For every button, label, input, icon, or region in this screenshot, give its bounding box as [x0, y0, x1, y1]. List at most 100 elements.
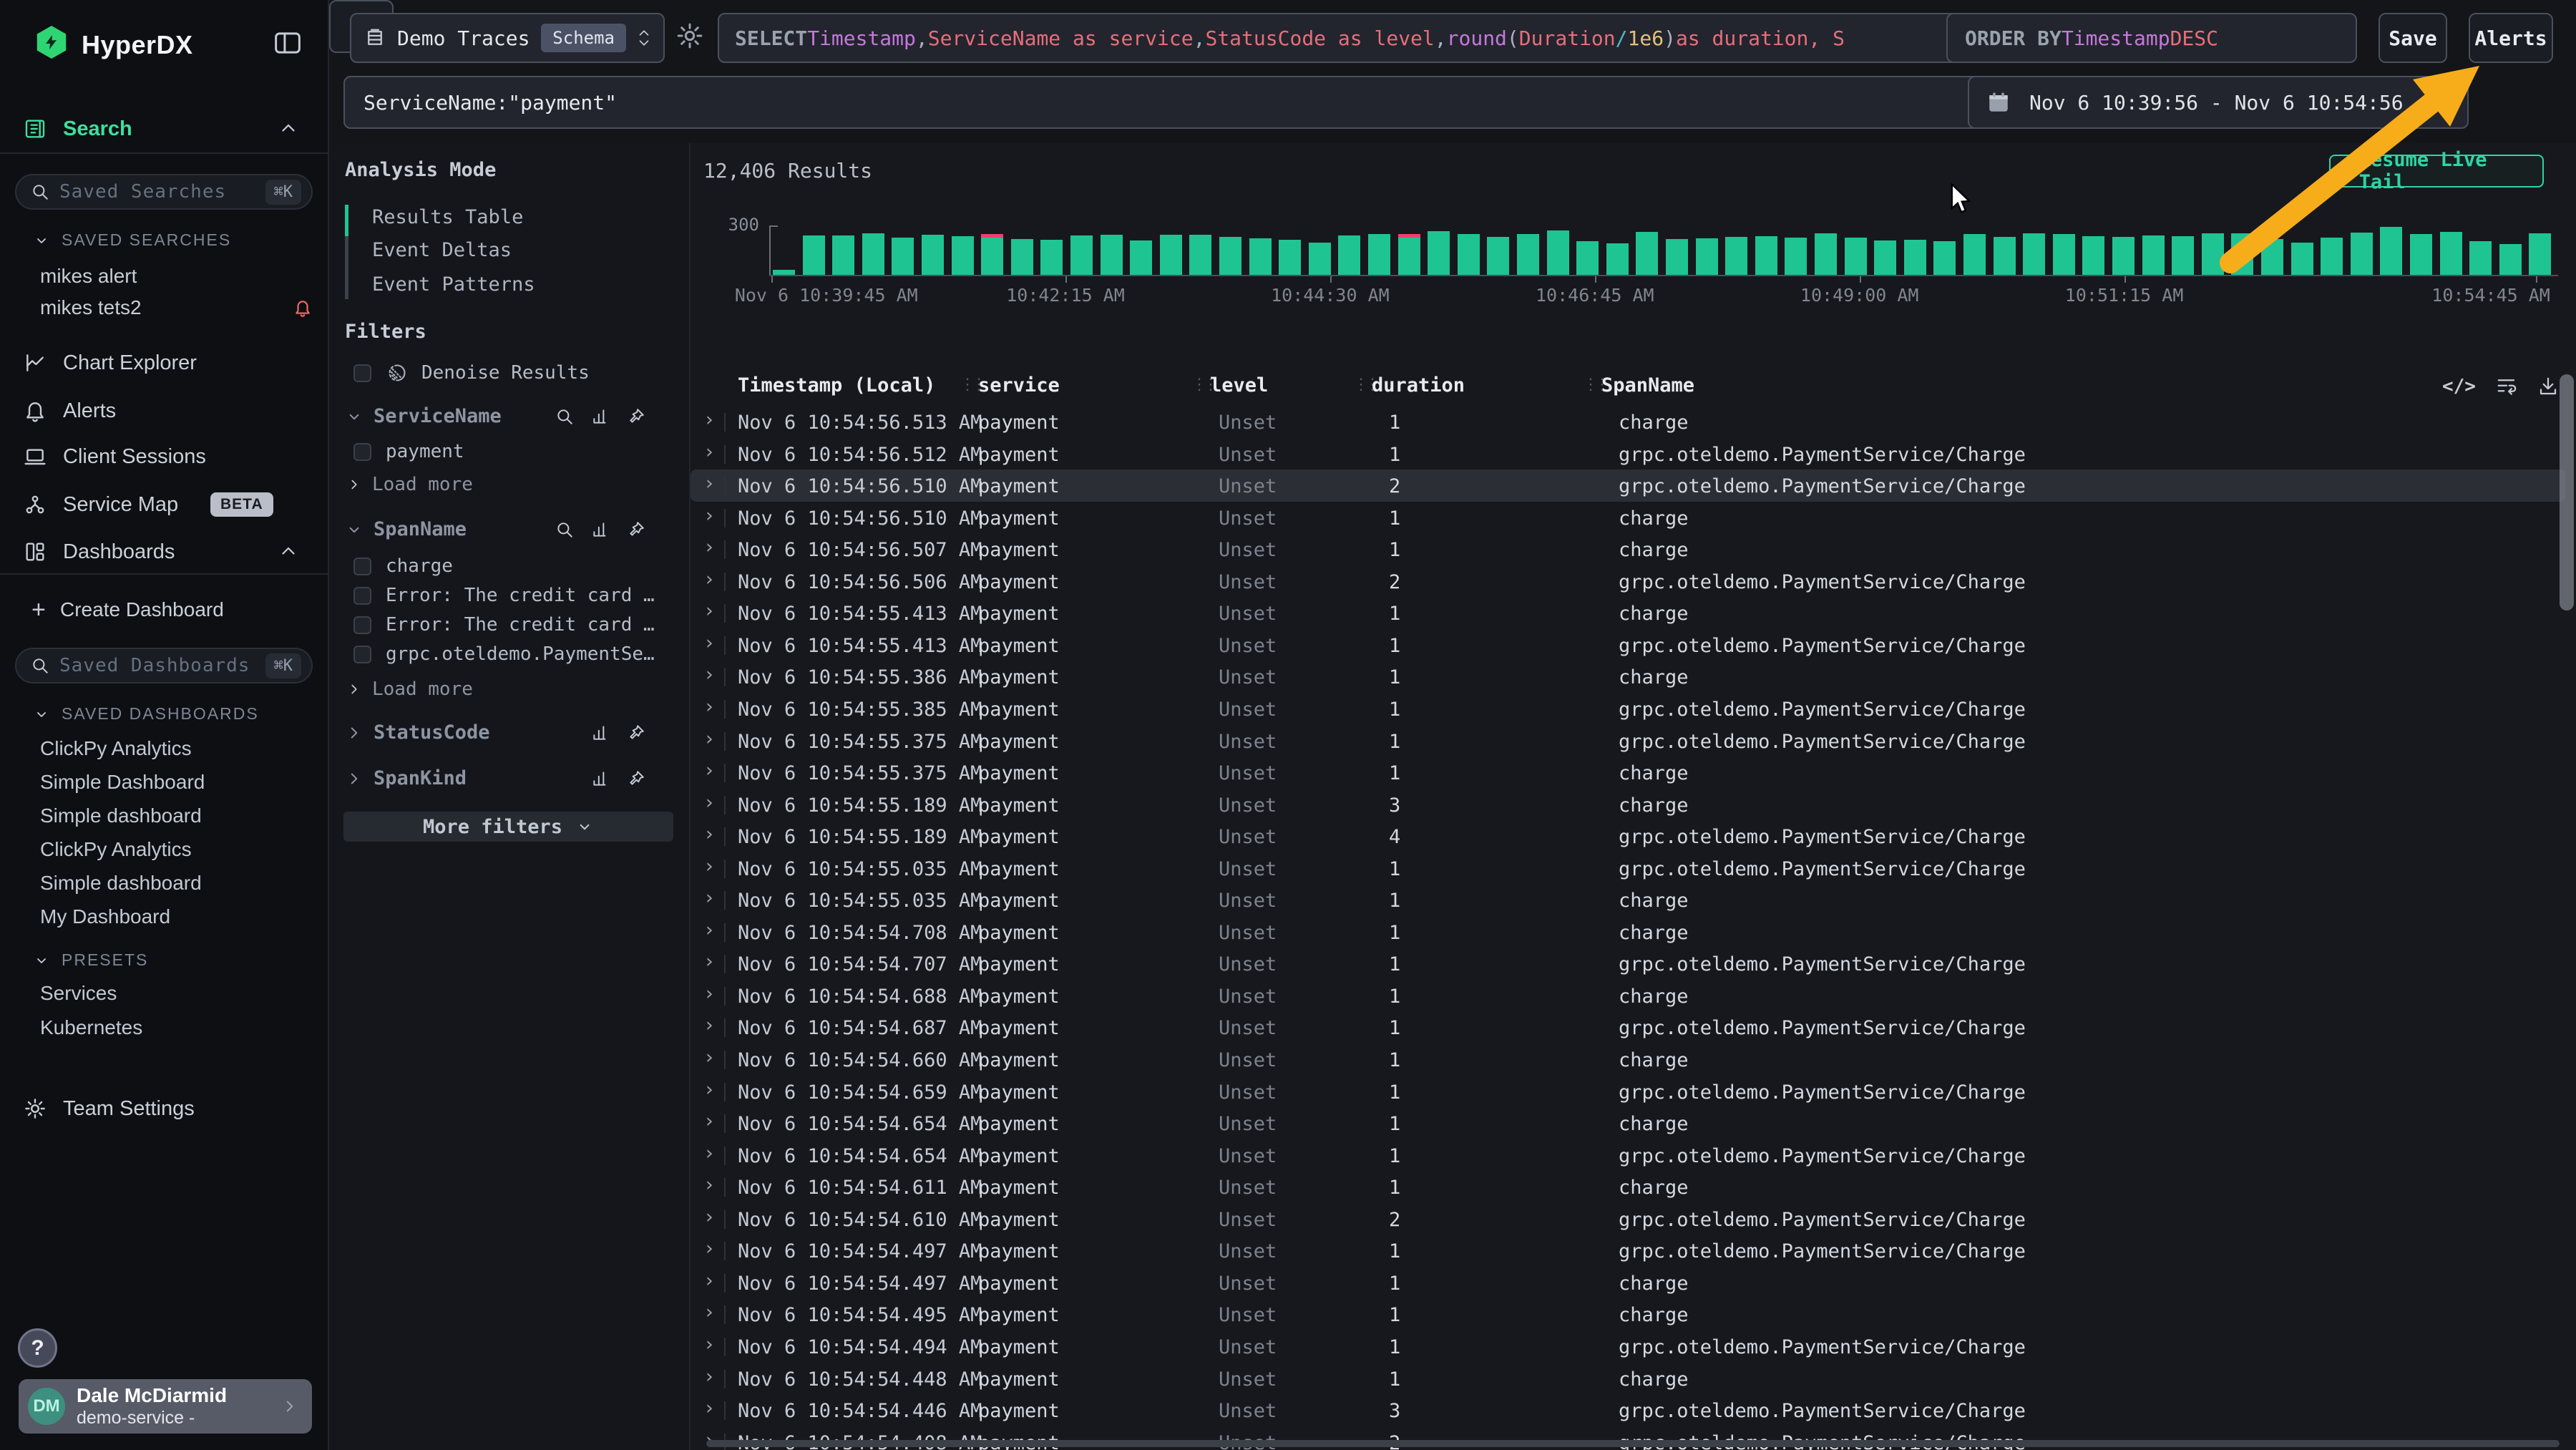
checkbox[interactable]	[353, 443, 371, 461]
row-expand-icon[interactable]: ›	[703, 823, 715, 845]
histogram-bar[interactable]	[2529, 233, 2551, 275]
table-row[interactable]: ›Nov 6 10:54:55.375 AMpaymentUnset1charg…	[691, 756, 2565, 789]
histogram-bar[interactable]	[981, 234, 1003, 275]
row-expand-icon[interactable]: ›	[703, 1206, 715, 1228]
sidebar-item-preset[interactable]: Kubernetes	[40, 1016, 142, 1039]
sidebar-item-preset[interactable]: Services	[40, 982, 117, 1005]
row-expand-icon[interactable]: ›	[703, 632, 715, 654]
table-row[interactable]: ›Nov 6 10:54:54.494 AMpaymentUnset1grpc.…	[691, 1330, 2565, 1363]
user-menu[interactable]: DM Dale McDiarmid demo-service -	[19, 1379, 312, 1434]
histogram-bar[interactable]	[1398, 234, 1420, 275]
table-row[interactable]: ›Nov 6 10:54:56.510 AMpaymentUnset2grpc.…	[691, 469, 2565, 502]
bar-chart-icon[interactable]	[591, 520, 610, 539]
sidebar-item-client-sessions[interactable]: Client Sessions	[0, 437, 328, 477]
histogram-bar[interactable]	[1338, 235, 1360, 275]
help-button[interactable]: ?	[18, 1328, 57, 1368]
search-icon[interactable]	[555, 407, 574, 426]
table-row[interactable]: ›Nov 6 10:54:54.610 AMpaymentUnset2grpc.…	[691, 1203, 2565, 1235]
table-row[interactable]: ›Nov 6 10:54:54.497 AMpaymentUnset1charg…	[691, 1267, 2565, 1299]
download-icon[interactable]	[2537, 376, 2559, 397]
filter-section-servicename[interactable]: ServiceName	[345, 405, 674, 427]
chevron-up-icon[interactable]	[278, 541, 299, 563]
histogram-bar[interactable]	[1666, 239, 1688, 275]
histogram-bar[interactable]	[1576, 241, 1599, 275]
saved-searches-section-toggle[interactable]: SAVED SEARCHES	[33, 230, 231, 250]
row-expand-icon[interactable]: ›	[703, 1014, 715, 1036]
saved-dashboards-search-input[interactable]: Saved Dashboards ⌘K	[15, 648, 313, 683]
results-histogram[interactable]: 300 Nov 6 10:39:45 AM10:42:15 AM10:44:30…	[691, 143, 2576, 308]
checkbox[interactable]	[353, 646, 371, 663]
row-expand-icon[interactable]: ›	[703, 1237, 715, 1260]
hyperdx-logo-icon[interactable]	[36, 26, 67, 59]
filter-section-spankind[interactable]: SpanKind	[345, 767, 674, 789]
col-spanname[interactable]: SpanName	[1601, 374, 1694, 396]
sidebar-item-team-settings[interactable]: Team Settings	[0, 1089, 328, 1129]
sidebar-item-dashboard[interactable]: Simple dashboard	[40, 804, 202, 827]
table-row[interactable]: ›Nov 6 10:54:56.512 AMpaymentUnset1grpc.…	[691, 438, 2565, 470]
histogram-bar[interactable]	[2321, 238, 2343, 275]
row-expand-icon[interactable]: ›	[703, 855, 715, 877]
row-expand-icon[interactable]: ›	[703, 472, 715, 495]
histogram-bar[interactable]	[2112, 237, 2135, 275]
pin-icon[interactable]	[627, 520, 645, 539]
table-row[interactable]: ›Nov 6 10:54:55.375 AMpaymentUnset1grpc.…	[691, 725, 2565, 757]
bar-chart-icon[interactable]	[591, 407, 610, 426]
histogram-bar[interactable]	[2380, 227, 2402, 275]
histogram-bar[interactable]	[1904, 240, 1926, 275]
histogram-bar[interactable]	[922, 235, 944, 275]
histogram-bar[interactable]	[1487, 237, 1509, 275]
sidebar-item-dashboard[interactable]: ClickPy Analytics	[40, 838, 192, 861]
row-expand-icon[interactable]: ›	[703, 887, 715, 909]
saved-search-item[interactable]: mikes tets2	[40, 296, 312, 319]
filter-option[interactable]: Error: The credit card …	[353, 614, 661, 636]
row-expand-icon[interactable]: ›	[703, 1110, 715, 1132]
table-row[interactable]: ›Nov 6 10:54:54.708 AMpaymentUnset1charg…	[691, 916, 2565, 948]
histogram-bar[interactable]	[2023, 233, 2045, 275]
histogram-bar[interactable]	[2261, 239, 2283, 275]
table-row[interactable]: ›Nov 6 10:54:56.506 AMpaymentUnset2grpc.…	[691, 565, 2565, 598]
orderby-clause-input[interactable]: ORDER BY Timestamp DESC	[1946, 13, 2357, 63]
table-row[interactable]: ›Nov 6 10:54:55.189 AMpaymentUnset3charg…	[691, 789, 2565, 821]
histogram-bar[interactable]	[1130, 240, 1152, 275]
pin-icon[interactable]	[627, 724, 645, 742]
row-expand-icon[interactable]: ›	[703, 409, 715, 431]
table-row[interactable]: ›Nov 6 10:54:56.507 AMpaymentUnset1charg…	[691, 533, 2565, 565]
histogram-bar[interactable]	[1547, 230, 1569, 275]
mode-results-table[interactable]: Results Table	[372, 206, 523, 228]
row-expand-icon[interactable]: ›	[703, 950, 715, 973]
histogram-bar[interactable]	[1040, 240, 1063, 275]
histogram-bar[interactable]	[773, 270, 795, 275]
table-row[interactable]: ›Nov 6 10:54:54.446 AMpaymentUnset3grpc.…	[691, 1394, 2565, 1426]
vertical-scrollbar-thumb[interactable]	[2560, 374, 2574, 610]
date-range-picker[interactable]: Nov 6 10:39:56 - Nov 6 10:54:56	[1968, 76, 2469, 129]
pin-icon[interactable]	[627, 769, 645, 788]
histogram-bar[interactable]	[1755, 236, 1777, 276]
histogram-bar[interactable]	[1249, 238, 1272, 275]
histogram-bar[interactable]	[862, 233, 884, 275]
table-row[interactable]: ›Nov 6 10:54:55.386 AMpaymentUnset1charg…	[691, 661, 2565, 693]
histogram-bar[interactable]	[1933, 241, 1956, 275]
table-row[interactable]: ›Nov 6 10:54:55.413 AMpaymentUnset1charg…	[691, 597, 2565, 629]
histogram-bar[interactable]	[1428, 231, 1450, 275]
histogram-bar[interactable]	[1696, 238, 1718, 275]
bar-chart-icon[interactable]	[591, 724, 610, 742]
chevron-up-icon[interactable]	[278, 118, 299, 140]
row-expand-icon[interactable]: ›	[703, 792, 715, 814]
search-icon[interactable]	[555, 520, 574, 539]
histogram-bar[interactable]	[1011, 239, 1033, 275]
table-row[interactable]: ›Nov 6 10:54:55.035 AMpaymentUnset1grpc.…	[691, 852, 2565, 885]
row-expand-icon[interactable]: ›	[703, 568, 715, 590]
denoise-results-toggle[interactable]: Denoise Results	[353, 362, 590, 384]
sidebar-collapse-icon[interactable]	[273, 30, 302, 56]
row-expand-icon[interactable]: ›	[703, 441, 715, 463]
histogram-bar[interactable]	[892, 238, 914, 275]
filter-option[interactable]: Error: The credit card …	[353, 585, 661, 606]
sidebar-item-service-map[interactable]: Service Map BETA	[0, 485, 328, 525]
histogram-bar[interactable]	[2231, 233, 2253, 275]
histogram-bar[interactable]	[2053, 234, 2075, 275]
filter-option[interactable]: payment	[353, 441, 661, 462]
more-filters-button[interactable]: More filters	[343, 812, 673, 842]
row-expand-icon[interactable]: ›	[703, 505, 715, 527]
table-row[interactable]: ›Nov 6 10:54:54.687 AMpaymentUnset1grpc.…	[691, 1011, 2565, 1043]
histogram-bar[interactable]	[952, 236, 974, 275]
